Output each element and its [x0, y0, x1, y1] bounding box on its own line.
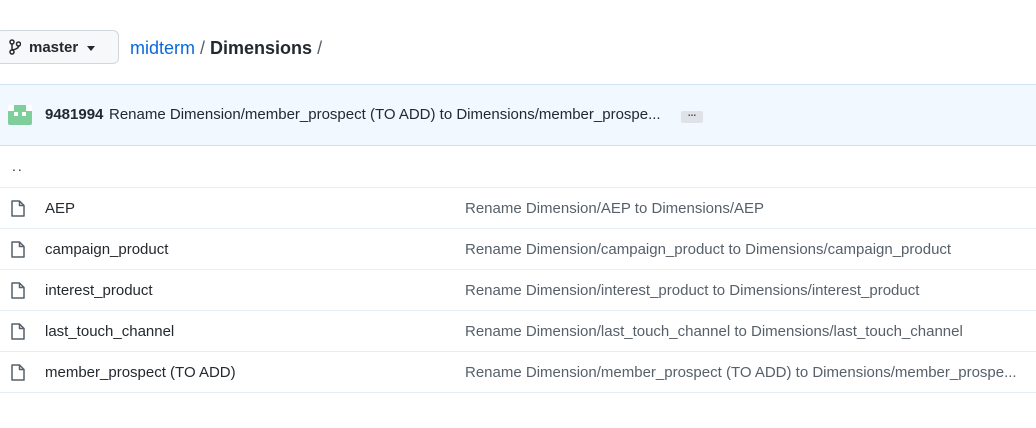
parent-directory-row[interactable]: ..: [0, 146, 1036, 188]
file-name-link[interactable]: AEP: [45, 200, 75, 217]
parent-directory-link[interactable]: ..: [12, 158, 24, 174]
breadcrumb: midterm / Dimensions /: [130, 38, 327, 59]
table-row: AEP Rename Dimension/AEP to Dimensions/A…: [0, 188, 1036, 229]
file-commit-message-link[interactable]: Rename Dimension/AEP to Dimensions/AEP: [465, 200, 764, 217]
file-icon: [11, 323, 25, 340]
commit-sha-link[interactable]: 9481994: [45, 106, 103, 123]
table-row: campaign_product Rename Dimension/campai…: [0, 229, 1036, 270]
commit-message-link[interactable]: Rename Dimension/member_prospect (TO ADD…: [109, 106, 661, 123]
file-icon: [11, 241, 25, 258]
file-commit-message-link[interactable]: Rename Dimension/last_touch_channel to D…: [465, 323, 963, 340]
file-commit-message-link[interactable]: Rename Dimension/interest_product to Dim…: [465, 282, 919, 299]
file-commit-message-link[interactable]: Rename Dimension/campaign_product to Dim…: [465, 241, 951, 258]
file-name-link[interactable]: interest_product: [45, 282, 153, 299]
file-name-link[interactable]: last_touch_channel: [45, 323, 174, 340]
chevron-down-icon: [87, 45, 96, 51]
file-icon: [11, 282, 25, 299]
breadcrumb-current-folder: Dimensions: [210, 38, 313, 58]
file-table: 9481994 Rename Dimension/member_prospect…: [0, 84, 1036, 393]
table-row: member_prospect (TO ADD) Rename Dimensio…: [0, 352, 1036, 393]
branch-label: master: [29, 38, 79, 56]
file-name-link[interactable]: campaign_product: [45, 241, 168, 258]
expand-commit-message-button[interactable]: ...: [681, 109, 703, 123]
latest-commit-row: 9481994 Rename Dimension/member_prospect…: [0, 85, 1036, 146]
table-row: last_touch_channel Rename Dimension/last…: [0, 311, 1036, 352]
branch-select-button[interactable]: master: [0, 30, 119, 64]
breadcrumb-separator: /: [317, 38, 323, 58]
file-icon: [11, 364, 25, 381]
file-icon: [11, 200, 25, 217]
table-row: interest_product Rename Dimension/intere…: [0, 270, 1036, 311]
file-commit-message-link[interactable]: Rename Dimension/member_prospect (TO ADD…: [465, 364, 1017, 381]
file-name-link[interactable]: member_prospect (TO ADD): [45, 364, 236, 381]
breadcrumb-separator: /: [200, 38, 206, 58]
breadcrumb-repo-link[interactable]: midterm: [130, 38, 195, 58]
git-branch-icon: [9, 39, 21, 55]
identicon-avatar[interactable]: [8, 105, 32, 125]
